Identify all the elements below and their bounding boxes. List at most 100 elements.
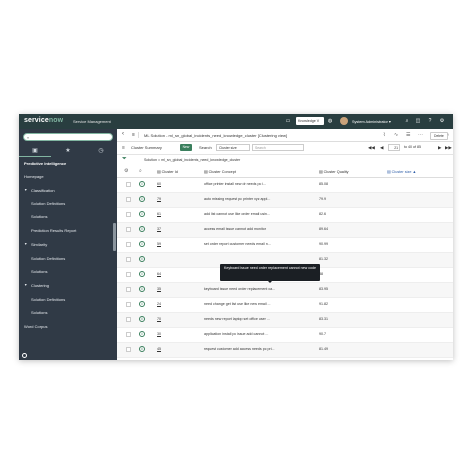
cluster-id-link[interactable]: 30 — [157, 332, 161, 336]
cluster-id-link[interactable]: 45 — [157, 347, 161, 351]
row-checkbox[interactable] — [126, 347, 131, 352]
delete-button[interactable]: Delete — [430, 132, 448, 140]
tab-all-apps[interactable]: ▣ — [19, 145, 51, 157]
first-page-icon[interactable]: ◀◀ — [368, 145, 375, 151]
table-row[interactable]: i 70 needs new report laptop set office us… — [117, 313, 453, 328]
table-row[interactable]: i 59 set order report customer needs email… — [117, 238, 453, 253]
info-icon[interactable]: i — [139, 271, 145, 277]
nav-item[interactable]: Solutions — [19, 266, 113, 277]
funnel-icon[interactable]: ⏷ — [122, 156, 127, 163]
nav-item[interactable]: ▼ Classification — [19, 185, 113, 196]
info-icon[interactable]: i — [139, 196, 145, 202]
table-row[interactable]: i 45 request customer add access needs pc … — [117, 343, 453, 358]
table-row[interactable]: i 24 need change get list use like new ema… — [117, 298, 453, 313]
nav-item[interactable]: ▼ Similarity — [19, 239, 113, 250]
nav-item[interactable]: Solution Definitions — [19, 198, 113, 209]
nav-item[interactable]: Solution Definitions — [19, 294, 113, 305]
paperclip-icon[interactable]: ⌇ — [383, 132, 385, 138]
table-row[interactable]: i 30 application install pc issue add cann… — [117, 328, 453, 343]
activity-icon[interactable]: ∿ — [394, 132, 398, 138]
tab-favorites[interactable]: ★ — [52, 145, 84, 157]
caret-down-icon[interactable]: ▼ — [24, 185, 27, 196]
row-checkbox[interactable] — [126, 272, 131, 277]
table-row[interactable]: i 61 add list cannot use like order email … — [117, 208, 453, 223]
caret-down-icon[interactable]: ▼ — [24, 280, 27, 291]
cluster-id-link[interactable]: 79 — [157, 197, 161, 201]
cluster-id-link[interactable]: 60 — [157, 182, 161, 186]
gear-icon[interactable]: ⚙ — [439, 118, 445, 124]
cluster-id-link[interactable]: 59 — [157, 242, 161, 246]
info-icon[interactable]: i — [139, 181, 145, 187]
caret-down-icon[interactable]: ▼ — [24, 239, 27, 250]
cluster-id-link[interactable]: 64 — [157, 272, 161, 276]
servicenow-logo[interactable]: servicenow — [24, 117, 63, 124]
table-row[interactable]: i 79 auto missing request pc printer xyz a… — [117, 193, 453, 208]
previous-page-icon[interactable]: ◀ — [380, 145, 383, 151]
info-icon[interactable]: i — [139, 346, 145, 352]
info-icon[interactable]: i — [139, 256, 145, 262]
column-header-cluster-concept[interactable]: ▤ Cluster Concept — [204, 169, 236, 174]
arrow-up-icon[interactable]: ↑ — [447, 132, 449, 137]
avatar[interactable] — [340, 117, 348, 125]
column-header-cluster-size[interactable]: ▤ Cluster size ▲ — [387, 169, 416, 174]
info-icon[interactable]: i — [139, 226, 145, 232]
cluster-id-link[interactable]: 24 — [157, 302, 161, 306]
column-header-cluster-id[interactable]: ▤ Cluster Id — [157, 169, 178, 174]
row-checkbox[interactable] — [126, 182, 131, 187]
sliders-icon[interactable]: ☰ — [406, 132, 410, 138]
more-icon[interactable]: ⋯ — [418, 132, 423, 138]
filter-navigator-input[interactable]: ▿ — [23, 133, 113, 141]
globe-icon[interactable]: ◍ — [327, 118, 333, 124]
help-icon[interactable]: ? — [427, 118, 433, 124]
row-checkbox[interactable] — [126, 257, 131, 262]
nav-item[interactable]: Predictive Intelligence — [19, 158, 113, 169]
info-icon[interactable]: i — [139, 301, 145, 307]
row-checkbox[interactable] — [126, 242, 131, 247]
nav-item[interactable]: Solutions — [19, 211, 113, 222]
cluster-id-link[interactable]: 70 — [157, 317, 161, 321]
row-checkbox[interactable] — [126, 302, 131, 307]
row-checkbox[interactable] — [126, 287, 131, 292]
collapse-navigator-button[interactable] — [22, 353, 27, 358]
application-scope-select[interactable]: Knowledge V — [296, 117, 324, 125]
table-row[interactable]: i 37 access email issue cannot add monitor… — [117, 223, 453, 238]
row-checkbox[interactable] — [126, 227, 131, 232]
user-menu[interactable]: System Administrator ▾ — [352, 119, 391, 124]
row-checkbox[interactable] — [126, 212, 131, 217]
window-icon[interactable]: ▭ — [285, 118, 291, 124]
search-input[interactable]: Search — [252, 144, 304, 151]
column-search-icon[interactable]: ⌕ — [139, 168, 142, 174]
list-menu-icon[interactable]: ≡ — [122, 145, 125, 151]
cluster-id-link[interactable]: 61 — [157, 212, 161, 216]
last-page-icon[interactable]: ▶▶ — [445, 145, 452, 151]
row-checkbox[interactable] — [126, 317, 131, 322]
search-icon[interactable]: ⌕ — [404, 118, 410, 124]
new-button[interactable]: New — [180, 144, 192, 151]
nav-item[interactable]: Homepage — [19, 171, 113, 182]
cluster-id-link[interactable]: 35 — [157, 287, 161, 291]
menu-icon[interactable]: ≡ — [132, 132, 139, 138]
tab-history[interactable]: ◷ — [85, 145, 117, 157]
cluster-id-link[interactable]: 37 — [157, 227, 161, 231]
page-number-input[interactable]: 21 — [388, 144, 400, 151]
list-settings-gear-icon[interactable]: ⚙ — [124, 168, 128, 174]
breadcrumb-text[interactable]: Solution = ml_sn_global_incidents_need_k… — [144, 158, 240, 162]
nav-item[interactable]: Prediction Results Report — [19, 225, 113, 236]
table-row[interactable]: i 60 office printer install new dr needs p… — [117, 178, 453, 193]
info-icon[interactable]: i — [139, 286, 145, 292]
info-icon[interactable]: i — [139, 331, 145, 337]
table-row[interactable]: i 35 keyboard issue need order replacement… — [117, 283, 453, 298]
row-checkbox[interactable] — [126, 197, 131, 202]
search-field-select[interactable]: Cluster size — [216, 144, 250, 151]
nav-item[interactable]: Word Corpus — [19, 321, 113, 332]
next-page-icon[interactable]: ▶ — [438, 145, 441, 151]
info-icon[interactable]: i — [139, 211, 145, 217]
info-icon[interactable]: i — [139, 241, 145, 247]
chevron-left-icon[interactable]: ‹ — [122, 131, 124, 137]
nav-item[interactable]: Solution Definitions — [19, 253, 113, 264]
chat-icon[interactable]: ◫ — [415, 118, 421, 124]
row-checkbox[interactable] — [126, 332, 131, 337]
nav-item[interactable]: Solutions — [19, 307, 113, 318]
nav-item[interactable]: ▼ Clustering — [19, 280, 113, 291]
navigator-scrollbar[interactable] — [113, 223, 116, 251]
